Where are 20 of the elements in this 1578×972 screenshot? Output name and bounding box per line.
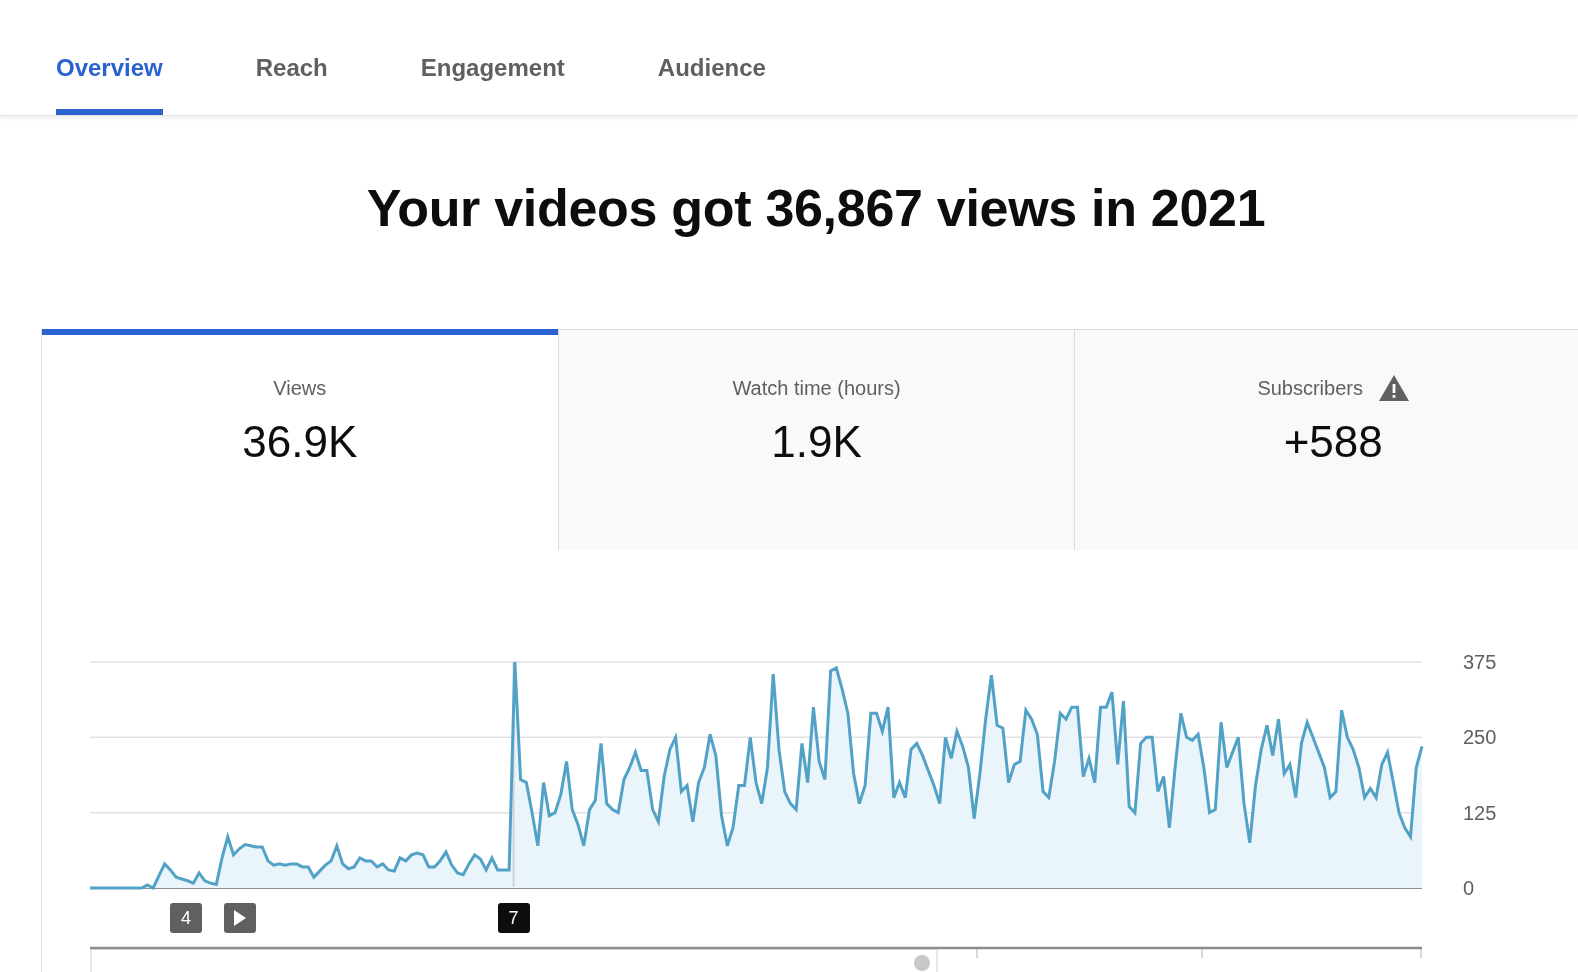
headline: Your videos got 36,867 views in 2021 (365, 178, 1267, 239)
nav-tab[interactable]: Reach (255, 49, 328, 115)
metric-label: Subscribers (1257, 376, 1363, 400)
axis-label: 0 (1463, 877, 1475, 898)
metric-value: 1.9K (771, 416, 862, 468)
metric-label: Watch time (hours) (732, 376, 901, 400)
metric-tab[interactable]: Watch time (hours) 1.9K (557, 329, 1075, 550)
nav-tab[interactable]: Engagement (420, 49, 565, 115)
annotation-marker[interactable]: 4 (169, 903, 202, 933)
metric-value: 36.9K (242, 416, 358, 468)
axis-label: 375 (1463, 652, 1497, 673)
metric-value: +588 (1283, 416, 1383, 468)
play-icon (233, 910, 246, 926)
nav-tab[interactable]: Audience (657, 49, 766, 115)
annotation-marker[interactable]: 7 (497, 903, 530, 933)
metric-tab[interactable]: Subscribers +588 (1074, 329, 1578, 550)
axis-label: 250 (1463, 726, 1497, 749)
metric-label: Views (273, 376, 327, 400)
axis-label: 125 (1463, 801, 1497, 824)
video-marker[interactable] (223, 903, 256, 933)
